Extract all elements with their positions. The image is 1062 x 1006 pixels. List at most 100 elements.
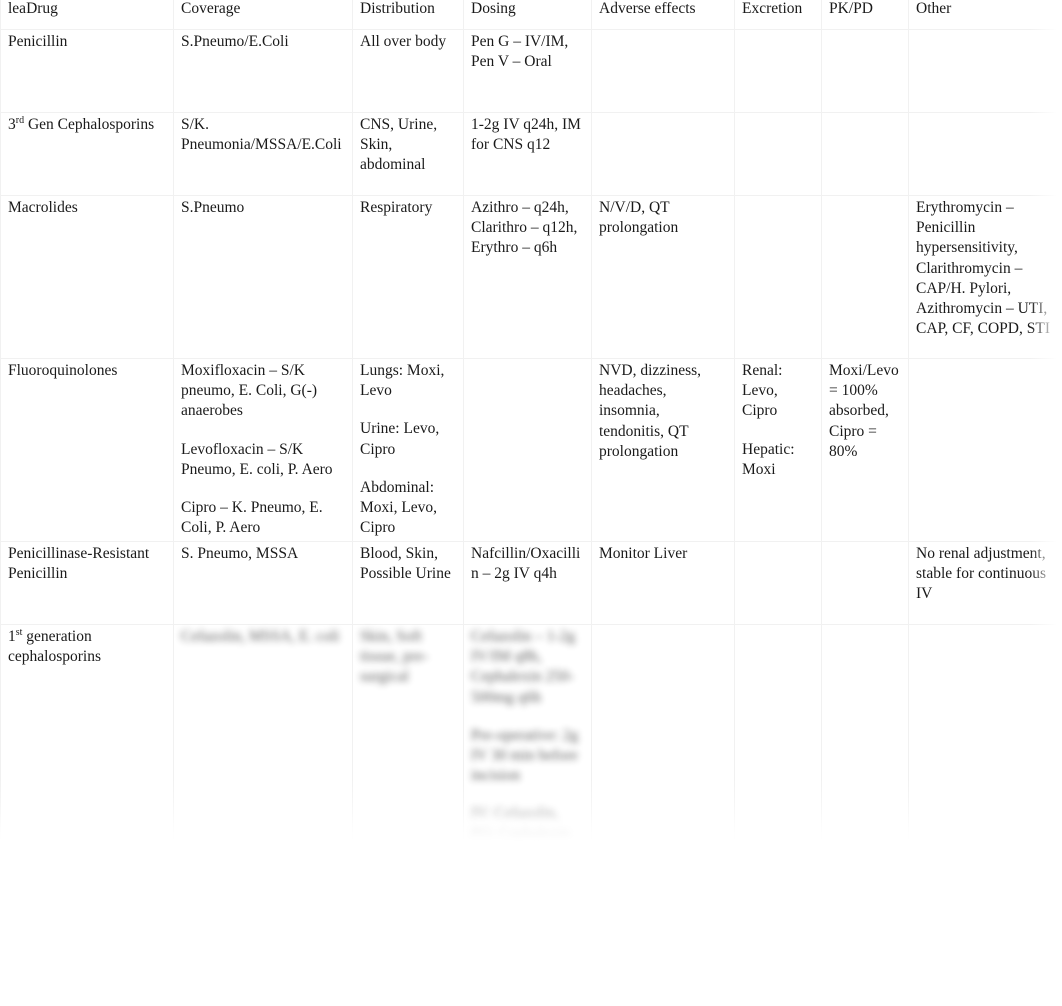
cell-distribution: Respiratory — [352, 195, 464, 359]
cell-pkpd — [821, 112, 909, 196]
cell-other — [908, 112, 1062, 196]
text-block: Blood, Skin, Possible Urine — [360, 545, 451, 583]
text-block: Lungs: Moxi, Levo — [360, 362, 445, 400]
cell-distribution: Lungs: Moxi, Levo Urine: Levo, Cipro Abd… — [352, 358, 464, 542]
drug-name: Penicillin — [8, 33, 68, 50]
cell-distribution: CNS, Urine, Skin, abdominal — [352, 112, 464, 196]
table-row: 1st generation cephalosporins Cefazolin,… — [0, 624, 1062, 842]
table-row: Macrolides S.Pneumo Respiratory Azithro … — [0, 195, 1062, 359]
drug-name: Fluoroquinolones — [8, 362, 118, 379]
text-block: S. Pneumo, MSSA — [181, 545, 299, 562]
text-block: CNS, Urine, Skin, abdominal — [360, 116, 438, 174]
cell-coverage: S.Pneumo/E.Coli — [173, 29, 353, 113]
text-block: Monitor Liver — [599, 545, 688, 562]
cell-pkpd — [821, 195, 909, 359]
cell-drug: Penicillinase-Resistant Penicillin — [0, 541, 174, 625]
column-header-dosing: Dosing — [463, 0, 592, 30]
cell-coverage: S/K. Pneumonia/MSSA/E.Coli — [173, 112, 353, 196]
cell-pkpd — [821, 624, 909, 842]
cell-coverage: Cefazolin, MSSA, E. coli — [173, 624, 353, 842]
text-block: Cipro – K. Pneumo, E. Coli, P. Aero — [181, 499, 323, 537]
cell-drug: Fluoroquinolones — [0, 358, 174, 542]
text-block-obscured: Pre-operative: 2g IV 30 min before incis… — [471, 726, 579, 785]
column-header-other: Other — [908, 0, 1062, 30]
text-block: Erythromycin – Penicillin hypersensitivi… — [916, 199, 1050, 338]
text-block: 1-2g IV q24h, IM for CNS q12 — [471, 116, 581, 154]
document-page: leaDrug Coverage Distribution Dosing Adv… — [0, 0, 1062, 1006]
cell-dosing: 1-2g IV q24h, IM for CNS q12 — [463, 112, 592, 196]
text-block: S/K. Pneumonia/MSSA/E.Coli — [181, 116, 342, 154]
table-viewport: leaDrug Coverage Distribution Dosing Adv… — [0, 0, 1062, 842]
column-header-excretion: Excretion — [734, 0, 822, 30]
drug-name: Penicillinase-Resistant Penicillin — [8, 545, 150, 583]
cell-distribution: Skin, Soft tissue, pre-surgical — [352, 624, 464, 842]
cell-adverse — [591, 29, 735, 113]
cell-drug: Penicillin — [0, 29, 174, 113]
ordinal-suffix: rd — [15, 114, 25, 126]
cell-pkpd — [821, 541, 909, 625]
text-block: Abdominal: Moxi, Levo, Cipro — [360, 478, 438, 537]
page-blank-area — [0, 842, 1062, 1006]
cell-coverage: Moxifloxacin – S/K pneumo, E. Coli, G(-)… — [173, 358, 353, 542]
text-block: Renal: Levo, Cipro — [742, 362, 783, 420]
text-block: Urine: Levo, Cipro — [360, 420, 440, 458]
drug-name: 3 — [8, 116, 16, 133]
text-block: Moxifloxacin – S/K pneumo, E. Coli, G(-)… — [181, 362, 318, 420]
cell-other: Erythromycin – Penicillin hypersensitivi… — [908, 195, 1062, 359]
cell-other — [908, 624, 1062, 842]
cell-drug: Macrolides — [0, 195, 174, 359]
drug-name: Macrolides — [8, 199, 78, 216]
cell-other — [908, 29, 1062, 113]
cell-dosing: Cefazolin – 1-2g IV/IM q8h, Cephalexin 2… — [463, 624, 592, 842]
text-block: NVD, dizziness, headaches, insomnia, ten… — [599, 362, 702, 460]
cell-dosing: Azithro – q24h, Clarithro – q12h, Erythr… — [463, 195, 592, 359]
drug-name: 1 — [8, 628, 16, 645]
drug-name-rest: Gen Cephalosporins — [24, 116, 155, 133]
cell-drug: 3rd Gen Cephalosporins — [0, 112, 174, 196]
text-block: S.Pneumo/E.Coli — [181, 33, 289, 50]
cell-adverse: Monitor Liver — [591, 541, 735, 625]
text-block: All over body — [360, 33, 447, 50]
cell-drug: 1st generation cephalosporins — [0, 624, 174, 842]
text-block: Respiratory — [360, 199, 433, 216]
cell-dosing — [463, 358, 592, 542]
cell-pkpd — [821, 29, 909, 113]
table-row: 3rd Gen Cephalosporins S/K. Pneumonia/MS… — [0, 112, 1062, 196]
text-block-obscured: Cefazolin, MSSA, E. coli — [181, 628, 340, 645]
cell-excretion — [734, 195, 822, 359]
text-block: S.Pneumo — [181, 199, 245, 216]
table-row: Penicillin S.Pneumo/E.Coli All over body… — [0, 29, 1062, 113]
cell-excretion: Renal: Levo, Cipro Hepatic: Moxi — [734, 358, 822, 542]
text-block-obscured: Cefazolin – 1-2g IV/IM q8h, Cephalexin 2… — [471, 628, 576, 706]
column-header-adverse-effects: Adverse effects — [591, 0, 735, 30]
text-block: Azithro – q24h, Clarithro – q12h, Erythr… — [471, 199, 578, 257]
text-block: Nafcillin/Oxacillin – 2g IV q4h — [471, 545, 581, 583]
text-block: Pen G – IV/IM, Pen V – Oral — [471, 33, 569, 71]
cell-pkpd: Moxi/Levo = 100% absorbed, Cipro = 80% — [821, 358, 909, 542]
cell-distribution: All over body — [352, 29, 464, 113]
table-header-row: leaDrug Coverage Distribution Dosing Adv… — [0, 0, 1062, 30]
cell-other — [908, 358, 1062, 542]
text-block-obscured: Skin, Soft tissue, pre-surgical — [360, 628, 429, 686]
cell-excretion — [734, 112, 822, 196]
cell-dosing: Nafcillin/Oxacillin – 2g IV q4h — [463, 541, 592, 625]
cell-distribution: Blood, Skin, Possible Urine — [352, 541, 464, 625]
text-block: Hepatic: Moxi — [742, 440, 795, 478]
cell-adverse — [591, 112, 735, 196]
text-block: No renal adjustment, stable for continuo… — [916, 545, 1047, 603]
text-block-obscured: IV: Cefazolin, PO: Cephalexin — [471, 805, 570, 842]
cell-excretion — [734, 624, 822, 842]
column-header-coverage: Coverage — [173, 0, 353, 30]
cell-adverse: NVD, dizziness, headaches, insomnia, ten… — [591, 358, 735, 542]
cell-coverage: S. Pneumo, MSSA — [173, 541, 353, 625]
cell-coverage: S.Pneumo — [173, 195, 353, 359]
table-row: Penicillinase-Resistant Penicillin S. Pn… — [0, 541, 1062, 625]
cell-adverse — [591, 624, 735, 842]
cell-excretion — [734, 541, 822, 625]
antimicrobial-drug-table: leaDrug Coverage Distribution Dosing Adv… — [0, 0, 1062, 842]
cell-adverse: N/V/D, QT prolongation — [591, 195, 735, 359]
text-block: Levofloxacin – S/K Pneumo, E. coli, P. A… — [181, 440, 333, 478]
text-block: Moxi/Levo = 100% absorbed, Cipro = 80% — [829, 362, 899, 460]
text-block: N/V/D, QT prolongation — [599, 199, 679, 237]
cell-other: No renal adjustment, stable for continuo… — [908, 541, 1062, 625]
